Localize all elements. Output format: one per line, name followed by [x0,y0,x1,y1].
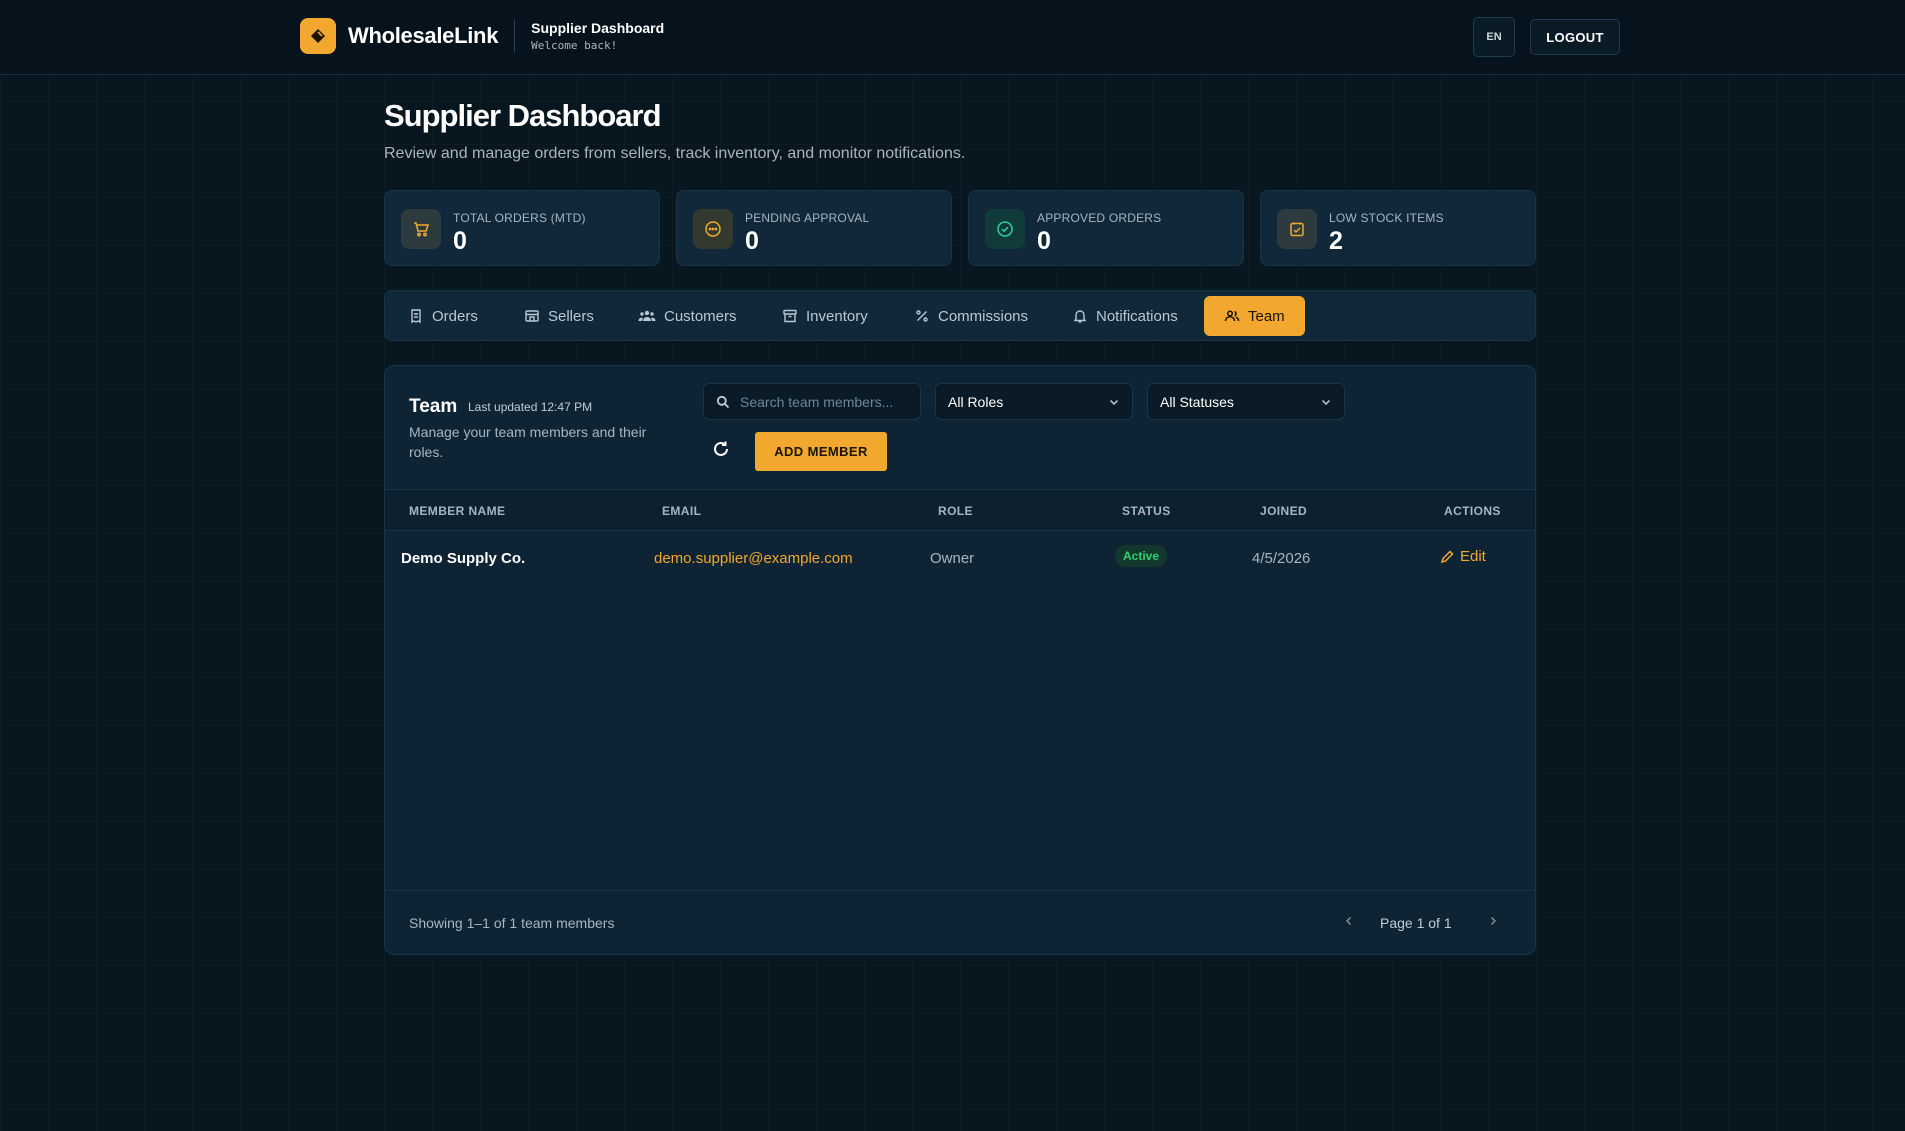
tab-notifications[interactable]: Notifications [1060,296,1190,336]
stat-label: PENDING APPROVAL [745,211,870,225]
search-box[interactable] [703,383,921,420]
table-row[interactable]: Demo Supply Co. demo.supplier@example.co… [385,532,1535,584]
search-input[interactable] [740,393,910,410]
stat-label: LOW STOCK ITEMS [1329,211,1444,225]
column-header[interactable]: EMAIL [662,504,701,518]
page-indicator: Page 1 of 1 [1380,915,1452,931]
brand-subtitle: Supplier Dashboard Welcome back! [531,20,664,52]
stat-value: 0 [745,227,759,255]
section-title: Supplier Dashboard [531,20,665,36]
logout-button[interactable]: LOGOUT [1530,19,1620,55]
tab-label: Orders [432,307,478,325]
clipboard-alert-icon [1277,209,1317,249]
tab-label: Inventory [806,307,868,325]
previous-page-button[interactable] [1342,911,1356,931]
team-panel: Team Last updated 12:47 PM Manage your t… [384,365,1536,955]
pencil-icon [1440,549,1454,563]
language-button[interactable]: EN [1473,17,1515,57]
stat-card-total-orders: TOTAL ORDERS (MTD) 0 [384,190,660,266]
member-name: Demo Supply Co. [401,550,526,567]
add-member-button[interactable]: ADD MEMBER [755,432,887,471]
column-header: ACTIONS [1444,504,1501,518]
percent-icon [916,310,928,322]
tab-commissions[interactable]: Commissions [902,296,1040,336]
edit-label: Edit [1460,548,1486,565]
tab-label: Commissions [938,307,1029,325]
column-header[interactable]: MEMBER NAME [409,504,505,518]
cart-icon [401,209,441,249]
member-email-link[interactable]: demo.supplier@example.com [654,550,853,567]
column-header[interactable]: STATUS [1122,504,1171,518]
page-description: Review and manage orders from sellers, t… [384,145,966,162]
column-header[interactable]: ROLE [938,504,973,518]
pending-icon [693,209,733,249]
edit-button[interactable]: Edit [1440,548,1486,565]
brand-name: WholesaleLink [348,23,499,48]
brand-logo-icon [300,18,336,54]
chevron-right-icon [1490,916,1497,926]
tab-label: Team [1248,307,1285,325]
stat-card-low-stock: LOW STOCK ITEMS 2 [1260,190,1536,266]
refresh-icon [714,441,728,456]
panel-description: Manage your team members and their roles… [409,424,647,460]
panel-title: Team [409,396,458,417]
chevron-down-icon [1321,399,1331,405]
tab-inventory[interactable]: Inventory [770,296,880,336]
results-count: Showing 1–1 of 1 team members [409,915,615,931]
users-icon [638,310,656,321]
table-header: MEMBER NAME EMAIL ROLE STATUS JOINED ACT… [385,489,1535,531]
stat-card-approved-orders: APPROVED ORDERS 0 [968,190,1244,266]
stat-value: 0 [453,227,467,255]
chevron-down-icon [1109,399,1119,405]
tab-customers[interactable]: Customers [626,296,749,336]
page-title: Supplier Dashboard [384,98,662,133]
tab-label: Customers [664,307,737,325]
tab-orders[interactable]: Orders [396,296,490,336]
stat-label: APPROVED ORDERS [1037,211,1162,225]
team-icon [1224,310,1240,322]
tab-label: Sellers [548,307,594,325]
tab-team[interactable]: Team [1204,296,1305,336]
brand-divider [514,19,516,53]
search-icon [716,395,730,408]
next-page-button[interactable] [1486,911,1500,931]
chevron-left-icon [1345,916,1352,926]
column-header[interactable]: JOINED [1260,504,1307,518]
table-footer: Showing 1–1 of 1 team members Page 1 of … [385,890,1535,954]
brand[interactable]: WholesaleLink Supplier Dashboard Welcome… [300,18,664,54]
store-icon [525,310,539,322]
stat-value: 2 [1329,227,1343,255]
last-updated: Last updated 12:47 PM [468,400,593,414]
member-role: Owner [930,550,975,567]
tab-label: Notifications [1096,307,1178,325]
stat-card-pending-approval: PENDING APPROVAL 0 [676,190,952,266]
status-filter-select[interactable]: All Statuses [1147,383,1345,420]
stat-value: 0 [1037,227,1051,255]
receipt-icon [411,309,421,324]
role-filter-select[interactable]: All Roles [935,383,1133,420]
check-circle-icon [985,209,1025,249]
status-filter-value: All Statuses [1160,393,1234,410]
archive-icon [783,309,797,323]
stat-label: TOTAL ORDERS (MTD) [453,211,586,225]
welcome-text: Welcome back! [531,39,618,52]
refresh-button[interactable] [710,438,732,460]
bell-icon [1073,310,1087,323]
role-filter-value: All Roles [948,393,1004,410]
top-bar: WholesaleLink Supplier Dashboard Welcome… [0,0,1905,75]
member-joined: 4/5/2026 [1252,550,1311,567]
tab-sellers[interactable]: Sellers [512,296,606,336]
tab-bar: Orders Sellers Customers Inventory Commi… [384,290,1536,341]
status-badge: Active [1115,545,1168,567]
